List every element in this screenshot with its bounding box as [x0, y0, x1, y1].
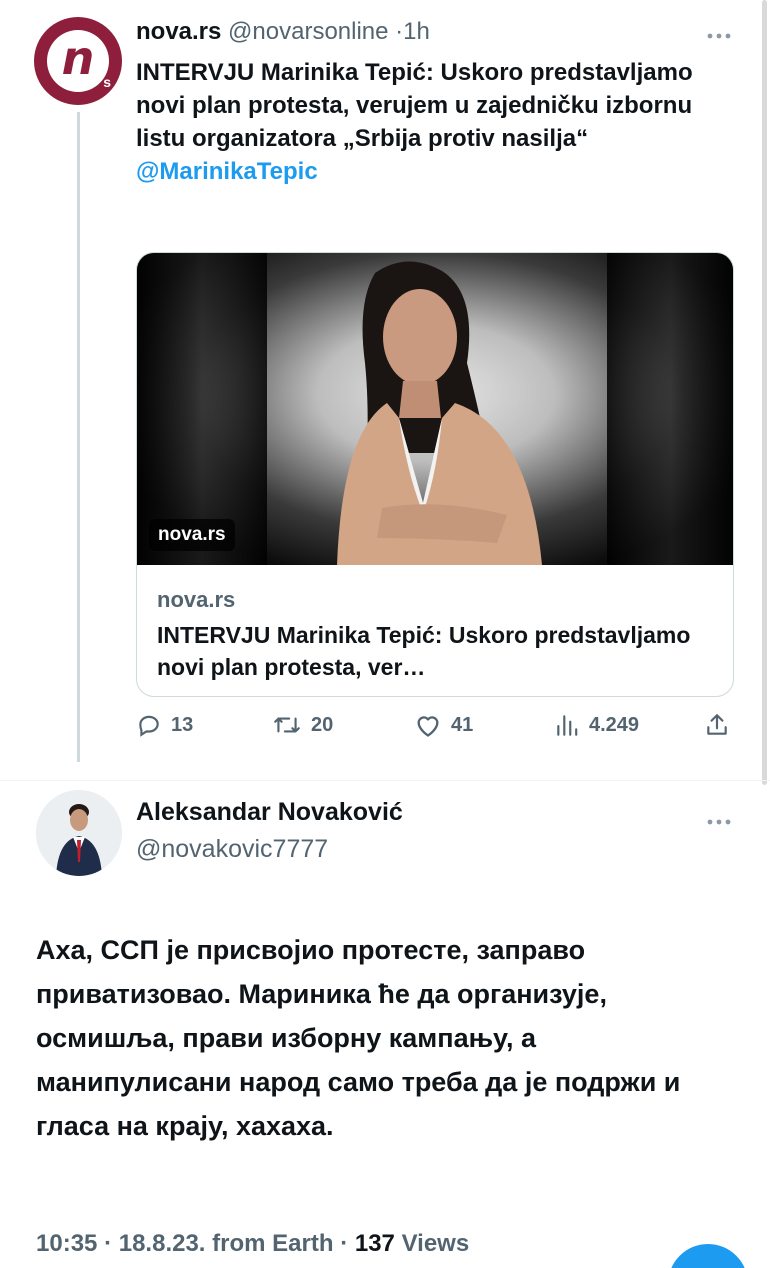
mention-link[interactable]: @MarinikaTepic — [136, 155, 736, 188]
tweet-time[interactable]: 10:35 — [36, 1230, 97, 1257]
separator-dot: · — [104, 1230, 113, 1257]
more-icon[interactable] — [706, 20, 732, 46]
tweet-body: INTERVJU Marinika Tepić: Uskoro predstav… — [136, 59, 693, 152]
avatar-portrait — [36, 790, 122, 876]
author-name[interactable]: Aleksandar Novaković — [136, 798, 403, 827]
card-image[interactable]: nova.rs — [137, 253, 733, 565]
card-domain: nova.rs — [157, 587, 236, 612]
author-name[interactable]: nova.rs — [136, 18, 221, 45]
author-handle[interactable]: @novakovic7777 — [136, 835, 328, 864]
views-button[interactable]: 4.249 — [554, 712, 639, 738]
separator-dot: · — [340, 1230, 349, 1257]
like-count: 41 — [451, 713, 474, 736]
separator-dot: · — [395, 18, 404, 45]
share-button[interactable] — [704, 712, 730, 738]
retweet-icon — [274, 717, 300, 733]
tweet-actions: 13 20 41 4.249 — [136, 712, 740, 746]
compose-button[interactable] — [668, 1244, 748, 1268]
reply-count: 13 — [171, 713, 194, 736]
reply-icon — [139, 715, 159, 737]
nova-logo-sub: s — [103, 74, 111, 90]
views-icon — [557, 715, 578, 736]
avatar-novakovic[interactable] — [36, 790, 122, 876]
author-handle[interactable]: @novarsonline — [228, 18, 388, 45]
more-icon[interactable] — [706, 806, 732, 832]
nova-logo-letter: n — [61, 31, 95, 85]
heart-icon — [417, 716, 439, 737]
retweet-count: 20 — [311, 713, 334, 736]
share-icon — [707, 714, 727, 735]
retweet-button[interactable]: 20 — [272, 712, 333, 738]
views-count: 4.249 — [589, 713, 640, 736]
image-source-badge: nova.rs — [149, 519, 235, 551]
like-button[interactable]: 41 — [414, 712, 473, 738]
tweet-meta: 10:35 · 18.8.23. from Earth · 137 Views — [36, 1230, 469, 1258]
tweet-text: INTERVJU Marinika Tepić: Uskoro predstav… — [136, 56, 736, 188]
views-label[interactable]: Views — [402, 1230, 470, 1257]
tweet-time[interactable]: 1h — [403, 18, 430, 45]
card-title: INTERVJU Marinika Tepić: Uskoro predstav… — [157, 622, 691, 680]
reply-button[interactable]: 13 — [136, 712, 193, 738]
views-count: 137 — [354, 1230, 395, 1257]
tweet-divider — [0, 780, 770, 781]
tweet-text: Аха, ССП је присвојио протесте, заправо … — [36, 935, 681, 1141]
tweet-source: from Earth — [212, 1230, 334, 1257]
avatar-novars[interactable]: n s — [34, 17, 122, 105]
link-card[interactable]: nova.rs nova.rs INTERVJU Marinika Tepić:… — [136, 252, 734, 697]
scrollbar[interactable] — [762, 0, 767, 785]
tweet-header: nova.rs @novarsonline ·1h — [136, 18, 430, 46]
nova-logo: n s — [47, 30, 111, 92]
tweet-date[interactable]: 18.8.23. — [119, 1230, 206, 1257]
thread-connector-line — [77, 112, 80, 762]
